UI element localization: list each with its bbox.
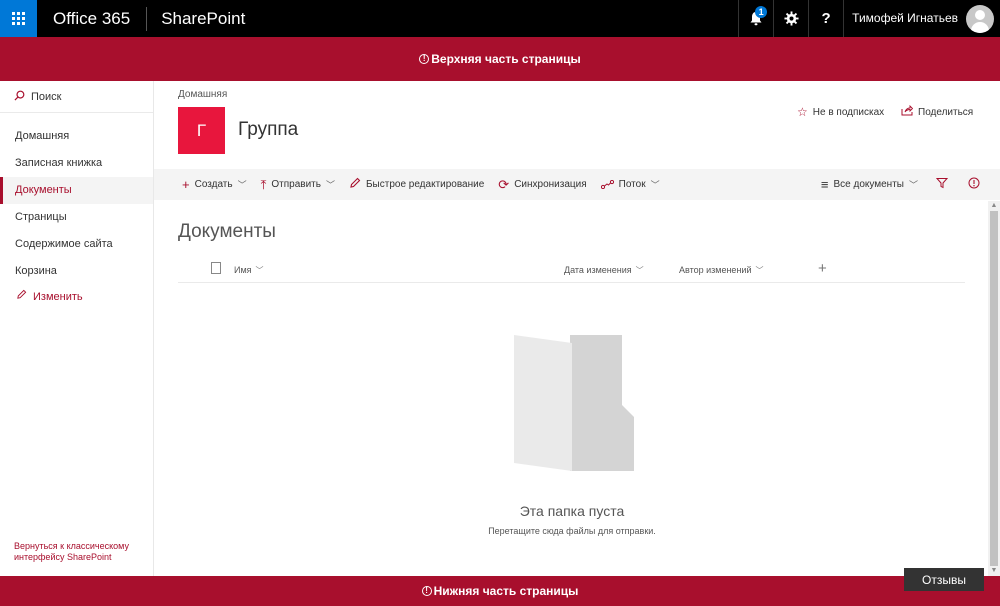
feedback-button[interactable]: Отзывы: [904, 568, 984, 591]
waffle-icon: [12, 12, 25, 25]
follow-button[interactable]: ☆ Не в подписках: [797, 105, 884, 119]
plus-icon: +: [182, 177, 190, 192]
site-title[interactable]: Группа: [238, 119, 298, 141]
app-launcher-button[interactable]: [0, 0, 37, 37]
nav-item-pages[interactable]: Страницы: [0, 204, 153, 231]
filter-icon[interactable]: [935, 177, 949, 192]
star-icon: ☆: [797, 105, 808, 119]
chevron-down-icon: ﹀: [635, 266, 644, 275]
search-label: Поиск: [31, 90, 62, 103]
scrollbar-thumb[interactable]: [990, 211, 998, 566]
column-modified-label: Дата изменения: [564, 265, 632, 275]
chevron-down-icon: ﹀: [908, 180, 918, 190]
share-button[interactable]: Поделиться: [901, 104, 974, 119]
site-logo-tile[interactable]: Г: [178, 107, 225, 154]
upload-icon: ⤒: [260, 176, 267, 192]
sync-button[interactable]: ⟳ Синхронизация: [498, 177, 586, 193]
help-button[interactable]: ?: [808, 0, 843, 37]
notifications-button[interactable]: 1: [738, 0, 773, 37]
view-selector[interactable]: ≡ Все документы ﹀: [821, 177, 918, 192]
scrollbar[interactable]: ▲ ▼: [988, 201, 1000, 576]
office365-brand[interactable]: Office 365: [37, 0, 146, 37]
search-icon: [14, 90, 25, 104]
sharepoint-app-name[interactable]: SharePoint: [147, 9, 259, 29]
column-header-row: Имя ﹀ Дата изменения ﹀ Автор изменений ﹀ +: [178, 259, 965, 283]
top-banner-text: Верхняя часть страницы: [431, 52, 581, 66]
bottom-banner-text: Нижняя часть страницы: [433, 584, 579, 598]
edit-nav-link[interactable]: Изменить: [0, 285, 153, 309]
breadcrumb[interactable]: Домашняя: [178, 89, 227, 100]
settings-button[interactable]: [773, 0, 808, 37]
search-box[interactable]: Поиск: [0, 81, 153, 113]
list-view-icon: ≡: [820, 177, 829, 192]
return-to-classic-link[interactable]: Вернуться к классическому интерфейсу Sha…: [14, 541, 144, 563]
info-pane-icon[interactable]: [968, 177, 980, 192]
top-banner: ! Верхняя часть страницы: [0, 37, 1000, 81]
gear-icon: [784, 11, 799, 26]
bottom-banner: ! Нижняя часть страницы: [0, 576, 1000, 606]
add-column-icon[interactable]: +: [818, 260, 827, 277]
file-type-icon[interactable]: [211, 262, 221, 274]
chevron-down-icon: ﹀: [237, 180, 247, 190]
quick-edit-label: Быстрое редактирование: [365, 179, 485, 190]
upload-button[interactable]: ⤒ Отправить ﹀: [261, 177, 335, 193]
sync-icon: ⟳: [498, 176, 510, 192]
nav-item-site-contents[interactable]: Содержимое сайта: [0, 231, 153, 258]
suite-bar: Office 365 SharePoint 1 ? Тимофей Игнать…: [0, 0, 1000, 37]
upload-label: Отправить: [271, 179, 321, 190]
follow-label: Не в подписках: [812, 106, 885, 118]
page-heading: Документы: [178, 221, 276, 242]
notification-badge: 1: [755, 6, 768, 18]
nav-item-documents[interactable]: Документы: [0, 177, 153, 204]
create-button[interactable]: + Создать ﹀: [182, 177, 247, 192]
column-name[interactable]: Имя ﹀: [234, 265, 264, 276]
column-modified-by-label: Автор изменений: [679, 265, 752, 275]
chevron-down-icon: ﹀: [325, 180, 335, 190]
left-navigation: Поиск Домашняя Записная книжка Документы…: [0, 81, 154, 576]
empty-state-title: Эта папка пуста: [519, 503, 625, 519]
info-icon: !: [421, 586, 432, 596]
empty-folder-icon: [514, 335, 634, 471]
chevron-down-icon: ﹀: [650, 180, 660, 190]
scroll-up-icon[interactable]: ▲: [990, 202, 998, 210]
suite-bar-actions: 1 ? Тимофей Игнатьев: [738, 0, 1000, 37]
flow-button[interactable]: Поток ﹀: [600, 177, 660, 192]
quick-edit-button[interactable]: Быстрое редактирование: [349, 177, 484, 192]
nav-list: Домашняя Записная книжка Документы Стран…: [0, 123, 153, 309]
nav-item-recycle-bin[interactable]: Корзина: [0, 258, 153, 285]
column-name-label: Имя: [234, 265, 252, 275]
flow-label: Поток: [618, 179, 646, 190]
pencil-icon: [349, 177, 361, 192]
flow-icon: [600, 177, 614, 192]
share-label: Поделиться: [918, 106, 974, 118]
command-bar-right: ≡ Все документы ﹀: [793, 177, 1000, 192]
sync-label: Синхронизация: [514, 179, 587, 190]
edit-label: Изменить: [33, 291, 83, 303]
empty-state-subtitle: Перетащите сюда файлы для отправки.: [488, 526, 656, 536]
user-name[interactable]: Тимофей Игнатьев: [843, 0, 966, 37]
pencil-icon: [16, 285, 27, 309]
nav-item-home[interactable]: Домашняя: [0, 123, 153, 150]
info-icon: !: [419, 54, 430, 64]
create-label: Создать: [194, 179, 233, 190]
view-label: Все документы: [833, 179, 904, 190]
command-bar: + Создать ﹀ ⤒ Отправить ﹀ Быстрое редакт…: [154, 169, 1000, 200]
share-icon: [901, 104, 914, 119]
nav-item-notebook[interactable]: Записная книжка: [0, 150, 153, 177]
scroll-down-icon[interactable]: ▼: [990, 567, 998, 575]
column-modified-by[interactable]: Автор изменений ﹀: [679, 265, 763, 276]
avatar[interactable]: [966, 4, 994, 33]
column-modified[interactable]: Дата изменения ﹀: [564, 265, 644, 276]
chevron-down-icon: ﹀: [755, 266, 764, 275]
chevron-down-icon: ﹀: [255, 266, 264, 275]
